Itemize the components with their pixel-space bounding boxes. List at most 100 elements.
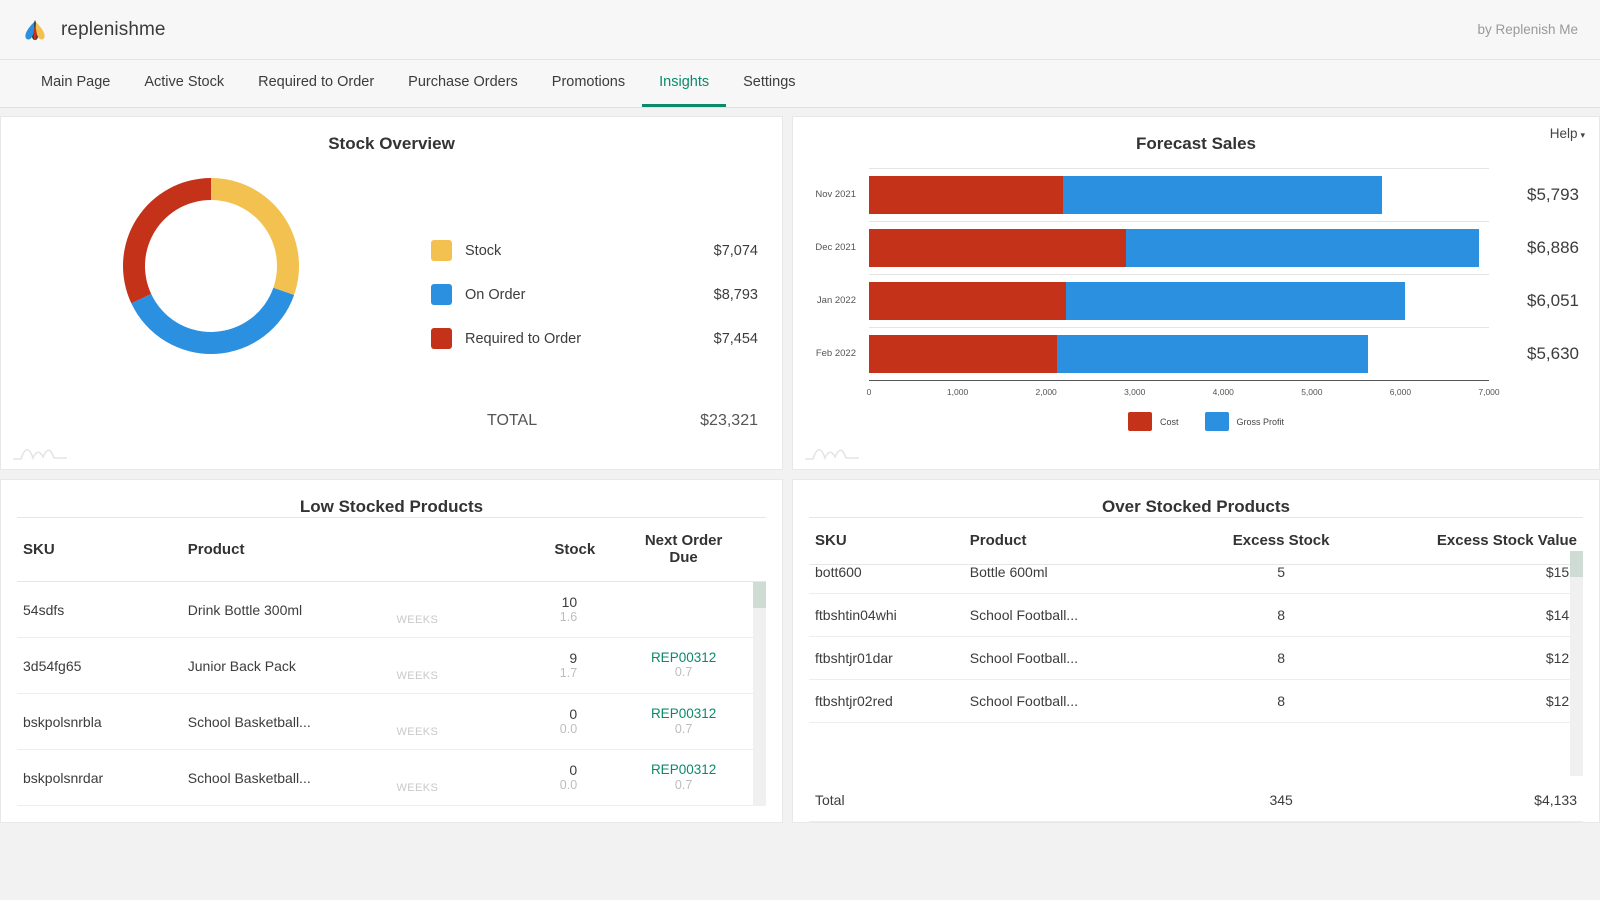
cell-excess-stock-value: $128 bbox=[1381, 636, 1583, 680]
cell-next-order-due[interactable]: REP00312 0.7 bbox=[601, 637, 766, 695]
total-label: Total bbox=[809, 779, 964, 822]
bar-segment-gross-profit[interactable] bbox=[1065, 282, 1405, 320]
scrollbar-thumb[interactable] bbox=[753, 582, 766, 608]
bar-segment-cost[interactable] bbox=[869, 229, 1126, 267]
low-stocked-title: Low Stocked Products bbox=[299, 497, 484, 516]
forecast-legend-item[interactable]: Cost bbox=[1127, 412, 1179, 431]
x-axis-tick-label: 6,000 bbox=[1389, 387, 1412, 397]
order-reference[interactable]: REP00312 bbox=[607, 763, 760, 777]
weeks-tag: WEEKS bbox=[396, 670, 439, 683]
nav-item-promotions[interactable]: Promotions bbox=[535, 60, 642, 107]
column-header[interactable]: SKU bbox=[17, 517, 182, 582]
table-row[interactable]: ftbshtjr01dar School Football... 8 $128 bbox=[809, 636, 1583, 680]
legend-row[interactable]: Required to Order $7,454 bbox=[431, 328, 758, 349]
total-label: TOTAL bbox=[487, 412, 538, 429]
forecast-category-label: Nov 2021 bbox=[815, 189, 856, 200]
cell-product: School Football... bbox=[963, 636, 1181, 680]
legend-label: Required to Order bbox=[465, 330, 582, 347]
order-weeks: 0.7 bbox=[674, 721, 693, 736]
order-reference[interactable]: REP00312 bbox=[607, 651, 760, 665]
forecast-category-label: Feb 2022 bbox=[815, 348, 856, 359]
forecast-stacked-bar[interactable] bbox=[869, 176, 1383, 214]
x-axis-tick-label: 1,000 bbox=[946, 387, 969, 397]
order-weeks: 0.7 bbox=[674, 777, 693, 792]
low-stocked-scrollbar[interactable] bbox=[753, 582, 766, 807]
cell-excess-stock: 8 bbox=[1180, 679, 1382, 723]
forecast-bar-row: Feb 2022 $5,630 bbox=[793, 327, 1599, 380]
x-axis-tick-label: 0 bbox=[866, 387, 872, 397]
over-stocked-body: bott600 Bottle 600ml 5 $152 ftbshtin04whi Sch… bbox=[809, 551, 1583, 723]
cell-sku: ftbshtin04whi bbox=[809, 593, 964, 637]
legend-label: On Order bbox=[465, 286, 526, 303]
nav-item-main-page[interactable]: Main Page bbox=[24, 60, 127, 107]
cell-product: School Basketball... bbox=[181, 749, 407, 807]
chevron-down-icon: ▾ bbox=[1580, 130, 1585, 140]
bar-segment-cost[interactable] bbox=[869, 176, 1063, 214]
low-stocked-products-card: Low Stocked Products SKU Product Stock Next… bbox=[0, 479, 783, 823]
forecast-stacked-bar[interactable] bbox=[869, 229, 1479, 267]
bar-segment-gross-profit[interactable] bbox=[1125, 229, 1479, 267]
weeks-tag: WEEKS bbox=[396, 782, 439, 795]
legend-swatch bbox=[431, 240, 452, 261]
table-row[interactable]: 3d54fg65 Junior Back Pack WEEKS 9 1.7 REP0031… bbox=[17, 637, 766, 695]
low-stocked-table: SKU Product Stock Next Order Due bbox=[17, 517, 766, 582]
cell-sku: bskpolsnrbla bbox=[17, 693, 182, 751]
cell-stock: WEEKS 0 0.0 bbox=[396, 749, 602, 807]
help-dropdown[interactable]: Help ▾ bbox=[1550, 126, 1585, 141]
nav-item-active-stock[interactable]: Active Stock bbox=[127, 60, 241, 107]
cell-stock: WEEKS 9 1.7 bbox=[396, 637, 602, 695]
sparkline-icon[interactable] bbox=[11, 437, 69, 463]
cell-next-order-due[interactable] bbox=[601, 582, 766, 639]
over-stocked-scrollbar[interactable] bbox=[1570, 551, 1583, 776]
donut-segment-stock[interactable] bbox=[211, 178, 299, 295]
legend-row[interactable]: Stock $7,074 bbox=[431, 240, 758, 261]
nav-item-insights[interactable]: Insights bbox=[642, 60, 727, 107]
column-header[interactable]: Next Order Due bbox=[601, 517, 766, 582]
x-axis-tick-label: 3,000 bbox=[1124, 387, 1146, 397]
table-row[interactable]: 54sdfs Drink Bottle 300ml WEEKS 10 1.6 bbox=[17, 582, 766, 639]
table-row[interactable]: bskpolsnrbla School Basketball... WEEKS 0 0.… bbox=[17, 693, 766, 751]
nav-item-settings[interactable]: Settings bbox=[726, 60, 812, 107]
column-header[interactable]: Product bbox=[181, 517, 407, 582]
over-stocked-title: Over Stocked Products bbox=[1101, 497, 1290, 516]
total-spacer bbox=[963, 779, 1181, 822]
cell-product: School Football... bbox=[963, 679, 1181, 723]
bar-segment-gross-profit[interactable] bbox=[1062, 176, 1383, 214]
brand[interactable]: replenishme bbox=[22, 17, 166, 43]
scrollbar-thumb[interactable] bbox=[1570, 551, 1583, 577]
cell-next-order-due[interactable]: REP00312 0.7 bbox=[601, 693, 766, 751]
table-row[interactable]: bskpolsnrdar School Basketball... WEEKS 0 0.… bbox=[17, 749, 766, 807]
cell-product: School Football... bbox=[963, 593, 1181, 637]
forecast-stacked-bar[interactable] bbox=[869, 282, 1405, 320]
bar-segment-cost[interactable] bbox=[869, 282, 1066, 320]
sparkline-icon[interactable] bbox=[803, 437, 861, 463]
order-reference[interactable]: REP00312 bbox=[607, 707, 760, 721]
forecast-bar-row: Nov 2021 $5,793 bbox=[793, 168, 1599, 221]
x-axis-tick-label: 4,000 bbox=[1212, 387, 1234, 397]
forecast-total-value: $6,886 bbox=[1527, 237, 1579, 257]
brand-name: replenishme bbox=[61, 18, 166, 40]
table-row[interactable]: ftbshtjr02red School Football... 8 $128 bbox=[809, 679, 1583, 723]
forecast-x-axis: 0 1,000 2,000 3,000 4,000 5,000 6,000 7,000 bbox=[866, 380, 1500, 406]
forecast-stacked-bar[interactable] bbox=[869, 335, 1368, 373]
table-row[interactable]: bott600 Bottle 600ml 5 $152 bbox=[809, 551, 1583, 594]
nav-item-required-to-order[interactable]: Required to Order bbox=[241, 60, 391, 107]
donut-segment-on-order[interactable] bbox=[131, 287, 295, 354]
forecast-bar-row: Jan 2022 $6,051 bbox=[793, 274, 1599, 327]
forecast-legend-item[interactable]: Gross Profit bbox=[1204, 412, 1284, 431]
bar-segment-gross-profit[interactable] bbox=[1056, 335, 1368, 373]
table-row[interactable]: ftbshtin04whi School Football... 8 $148 bbox=[809, 593, 1583, 637]
cell-product: Junior Back Pack bbox=[181, 637, 407, 695]
cell-next-order-due[interactable]: REP00312 0.7 bbox=[601, 749, 766, 807]
legend-label: Cost bbox=[1159, 416, 1179, 427]
column-header[interactable]: Stock bbox=[406, 517, 602, 582]
cell-sku: bskpolsnrdar bbox=[17, 749, 182, 807]
help-label: Help bbox=[1549, 126, 1578, 141]
nav-item-purchase-orders[interactable]: Purchase Orders bbox=[391, 60, 535, 107]
legend-label: Stock bbox=[465, 242, 502, 259]
forecast-bar-track bbox=[869, 221, 1489, 274]
bar-segment-cost[interactable] bbox=[869, 335, 1057, 373]
donut-segment-required-to-order[interactable] bbox=[122, 178, 211, 304]
forecast-total-value: $6,051 bbox=[1527, 290, 1579, 310]
legend-row[interactable]: On Order $8,793 bbox=[431, 284, 758, 305]
